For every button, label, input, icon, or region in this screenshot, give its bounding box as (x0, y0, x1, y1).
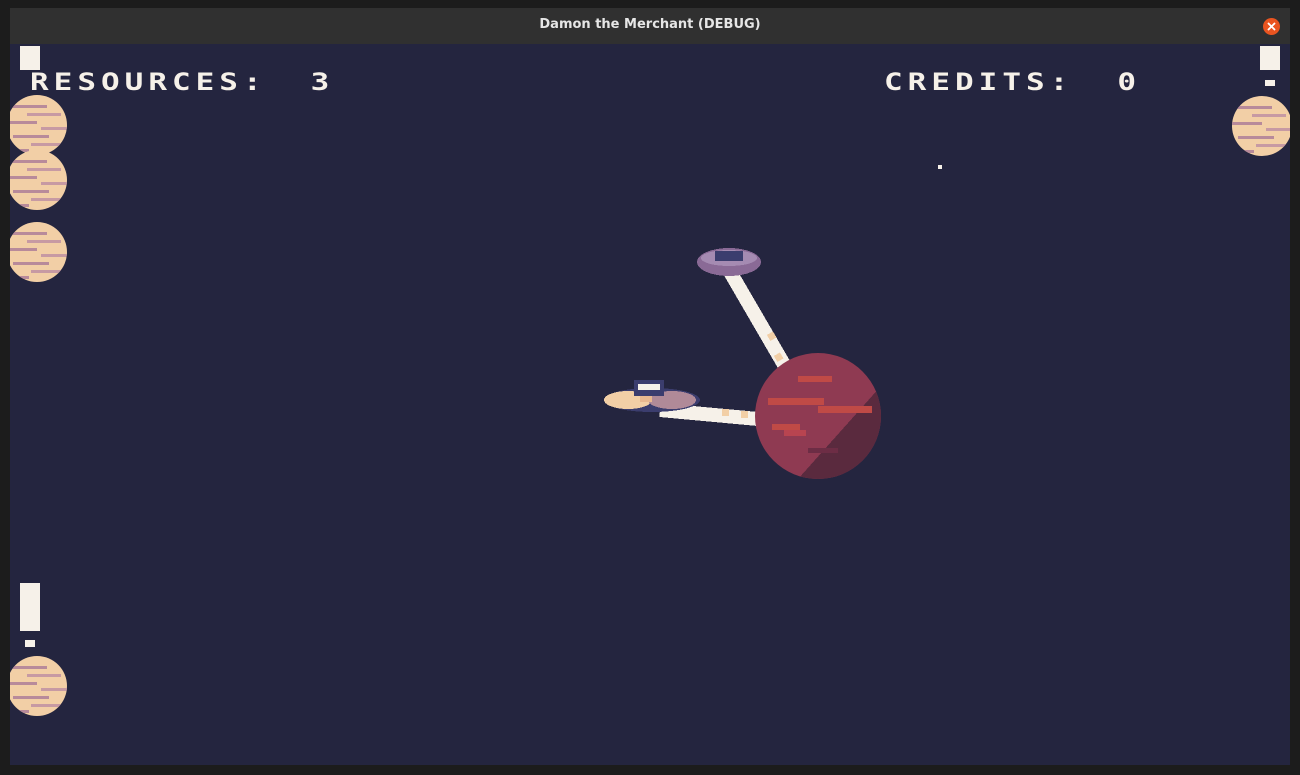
trade-route (722, 266, 793, 372)
title-bar: Damon the Merchant (DEBUG) (10, 8, 1290, 44)
resources-label: RESOURCES: (30, 68, 267, 97)
marker-bar (1260, 46, 1280, 70)
marker-dot (25, 640, 35, 647)
close-icon (1267, 22, 1276, 31)
sand-planet-icon[interactable] (10, 656, 67, 716)
game-window: Damon the Merchant (DEBUG) RESOURCES: 3 … (10, 8, 1290, 765)
cargo-ship-icon[interactable] (604, 380, 700, 412)
space-station-icon[interactable] (697, 248, 761, 276)
credits-value: 0 (1117, 68, 1141, 97)
sand-planet-icon[interactable] (10, 95, 67, 155)
resources-counter: RESOURCES: 3 (30, 68, 334, 96)
sand-planet-icon[interactable] (1232, 96, 1290, 156)
star (938, 165, 942, 169)
marker-dot (1265, 80, 1275, 86)
credits-counter: CREDITS: 0 (884, 68, 1141, 96)
marker-bar (20, 583, 40, 631)
marker-bar (20, 46, 40, 70)
sand-planet-icon[interactable] (10, 222, 67, 282)
red-planet-icon[interactable] (755, 353, 881, 479)
window-title: Damon the Merchant (DEBUG) (539, 17, 761, 32)
credits-label: CREDITS: (884, 68, 1074, 97)
sand-planet-icon[interactable] (10, 150, 67, 210)
resources-value: 3 (310, 68, 335, 97)
game-canvas[interactable]: RESOURCES: 3 CREDITS: 0 (10, 44, 1290, 765)
close-button[interactable] (1263, 18, 1280, 35)
